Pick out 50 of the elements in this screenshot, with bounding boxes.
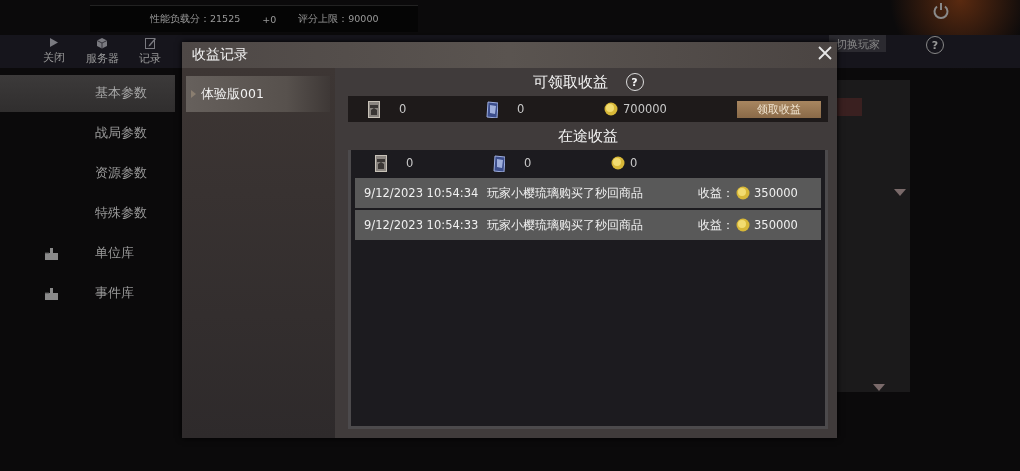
- dropdown-arrow-icon: [873, 384, 885, 391]
- record-description: 玩家小樱琉璃购买了秒回商品: [487, 185, 644, 201]
- toolbar-button[interactable]: 记录: [132, 35, 168, 65]
- income-amount: 350000: [754, 218, 798, 232]
- triangle-icon: [191, 90, 196, 98]
- load-score: 性能负载分：21525: [150, 12, 241, 26]
- coin-icon: [604, 102, 618, 116]
- score-delta: +0: [262, 13, 277, 25]
- section-title: 在途收益: [558, 126, 618, 146]
- record-time: 9/12/2023 10:54:34: [364, 186, 480, 200]
- upload-icon: [44, 286, 59, 301]
- edit-icon: [144, 37, 156, 49]
- sidebar-item[interactable]: 特殊参数: [0, 195, 175, 232]
- card-icon: [375, 154, 387, 172]
- sidebar-item[interactable]: 事件库: [0, 275, 175, 312]
- dropdown-arrow-icon: [894, 189, 906, 196]
- claim-button[interactable]: 领取收益: [737, 100, 821, 118]
- power-icon[interactable]: [932, 2, 950, 20]
- sidebar-item[interactable]: 单位库: [0, 235, 175, 272]
- tilted-card-icon: [493, 154, 505, 172]
- coin-icon: [611, 156, 625, 170]
- resource-amount: 700000: [623, 102, 667, 116]
- coin-icon: [736, 186, 750, 200]
- score-limit: 评分上限：90000: [298, 12, 379, 26]
- resource-amount: 0: [524, 156, 532, 170]
- resource-amount: 0: [630, 156, 638, 170]
- section-title: 可领取收益: [532, 72, 608, 92]
- dialog-title: 收益记录: [192, 46, 248, 64]
- record-description: 玩家小樱琉璃购买了秒回商品: [487, 217, 644, 233]
- income-label: 收益：: [698, 185, 734, 201]
- sidebar-item[interactable]: 资源参数: [0, 155, 175, 192]
- income-amount: 350000: [754, 186, 798, 200]
- close-icon[interactable]: [817, 45, 833, 61]
- resource-amount: 0: [517, 102, 525, 116]
- toolbar-button[interactable]: 关闭: [36, 35, 72, 65]
- card-icon: [368, 100, 380, 118]
- record-time: 9/12/2023 10:54:33: [364, 218, 480, 232]
- income-label: 收益：: [698, 217, 734, 233]
- cube-icon: [96, 37, 108, 49]
- toolbar-button[interactable]: 服务器: [84, 35, 120, 65]
- resource-amount: 0: [399, 102, 407, 116]
- play-icon: [49, 37, 59, 48]
- resource-amount: 0: [406, 156, 414, 170]
- coin-icon: [736, 218, 750, 232]
- version-item[interactable]: 体验版001: [186, 76, 330, 112]
- switch-player-button[interactable]: 切换玩家: [829, 35, 886, 52]
- tilted-card-icon: [486, 100, 498, 118]
- upload-icon: [44, 246, 59, 261]
- sidebar-item[interactable]: 基本参数: [0, 75, 175, 112]
- sidebar-item[interactable]: 战局参数: [0, 115, 175, 152]
